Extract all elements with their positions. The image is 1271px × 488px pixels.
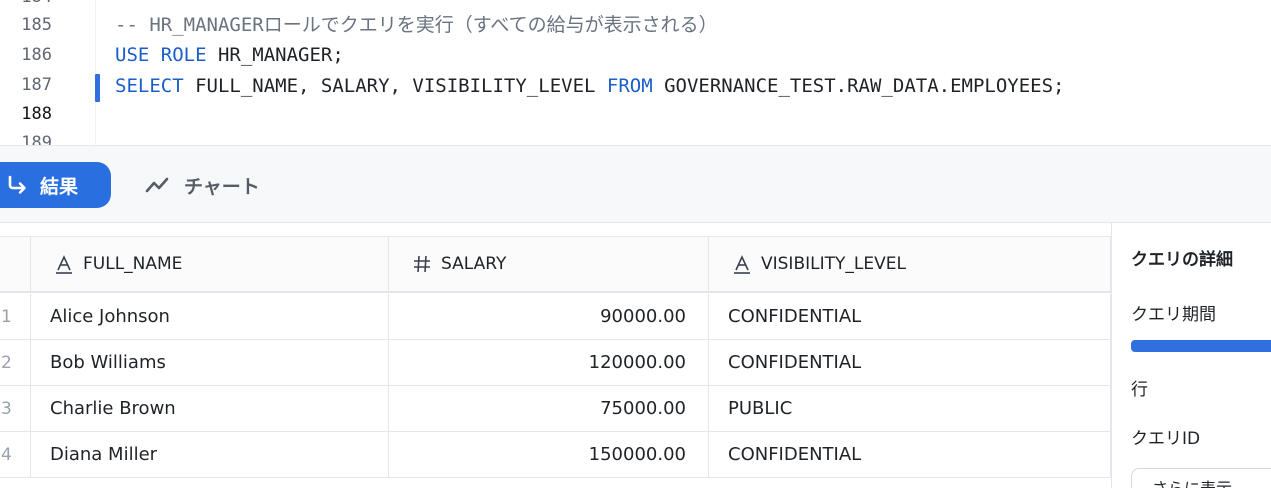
cell-salary[interactable]: 75000.00 <box>389 386 709 432</box>
cell-salary[interactable]: 120000.00 <box>389 340 709 386</box>
result-grid[interactable]: FULL_NAME SALARY VISIBILITY_LEVEL 1 Alic… <box>0 236 1111 488</box>
code-line-use-role[interactable]: USE ROLE HR_MANAGER; <box>115 43 344 67</box>
result-tabs-bar: 結果 チャート <box>0 145 1271 223</box>
cell-visibility-level[interactable]: CONFIDENTIAL <box>709 340 1111 386</box>
sql-keyword: SELECT <box>115 75 184 97</box>
tab-results[interactable]: 結果 <box>0 162 111 208</box>
cell-visibility-level[interactable]: CONFIDENTIAL <box>709 432 1111 478</box>
cell-full-name[interactable]: Alice Johnson <box>31 294 389 340</box>
cell-full-name[interactable]: Charlie Brown <box>31 386 389 432</box>
row-index: 3 <box>0 386 31 432</box>
show-more-button[interactable]: さらに表示 <box>1131 468 1271 488</box>
column-header-salary[interactable]: SALARY <box>389 236 709 293</box>
sql-text: GOVERNANCE_TEST.RAW_DATA.EMPLOYEES; <box>652 75 1065 97</box>
cell-visibility-level[interactable]: PUBLIC <box>709 386 1111 432</box>
line-number-active: 188 <box>21 104 52 124</box>
sql-keyword: USE ROLE <box>115 44 207 66</box>
line-chart-icon <box>144 173 170 197</box>
sql-text: HR_MANAGER; <box>206 44 344 66</box>
text-type-icon <box>53 253 75 275</box>
line-number-gutter: 184 185 186 187 188 189 <box>0 0 96 145</box>
code-line-comment[interactable]: -- HR_MANAGERロールでクエリを実行（すべての給与が表示される） <box>115 13 718 37</box>
return-arrow-icon <box>6 173 30 197</box>
sql-text: FULL_NAME, SALARY, VISIBILITY_LEVEL <box>183 75 607 97</box>
table-row[interactable]: 1 Alice Johnson 90000.00 CONFIDENTIAL <box>0 294 1111 340</box>
column-header-label: FULL_NAME <box>83 254 183 274</box>
column-header-label: SALARY <box>441 254 507 274</box>
row-index: 1 <box>0 294 31 340</box>
cell-full-name[interactable]: Diana Miller <box>31 432 389 478</box>
query-id-label: クエリID <box>1131 429 1201 449</box>
text-type-icon <box>731 253 753 275</box>
table-row[interactable]: 3 Charlie Brown 75000.00 PUBLIC <box>0 386 1111 432</box>
tab-results-label: 結果 <box>40 175 79 198</box>
cell-salary[interactable]: 150000.00 <box>389 432 709 478</box>
line-number: 184 <box>0 0 52 8</box>
cell-salary[interactable]: 90000.00 <box>389 294 709 340</box>
sql-editor[interactable]: 184 185 186 187 188 189 -- HR_MANAGERロール… <box>0 0 1271 145</box>
line-number: 189 <box>21 133 52 145</box>
query-details-title: クエリの詳細 <box>1131 250 1233 270</box>
column-header-full-name[interactable]: FULL_NAME <box>31 236 389 293</box>
row-index: 2 <box>0 340 31 386</box>
row-index: 4 <box>0 432 31 478</box>
column-header-label: VISIBILITY_LEVEL <box>761 254 906 274</box>
query-details-panel: クエリの詳細 クエリ期間 行 クエリID さらに表示 <box>1111 223 1271 488</box>
column-header-visibility-level[interactable]: VISIBILITY_LEVEL <box>709 236 1111 293</box>
code-line-select[interactable]: SELECT FULL_NAME, SALARY, VISIBILITY_LEV… <box>115 74 1064 98</box>
current-line-marker <box>95 74 100 102</box>
query-duration-bar <box>1131 340 1271 352</box>
cell-visibility-level[interactable]: CONFIDENTIAL <box>709 294 1111 340</box>
query-duration-label: クエリ期間 <box>1131 305 1216 325</box>
sql-keyword: FROM <box>606 75 653 97</box>
tab-chart-label: チャート <box>184 175 260 198</box>
number-type-icon <box>411 253 433 275</box>
row-index-header <box>0 236 31 293</box>
rows-label: 行 <box>1131 380 1148 400</box>
table-row[interactable]: 4 Diana Miller 150000.00 CONFIDENTIAL <box>0 432 1111 478</box>
tab-chart[interactable]: チャート <box>144 162 260 208</box>
table-row[interactable]: 2 Bob Williams 120000.00 CONFIDENTIAL <box>0 340 1111 386</box>
line-number: 186 <box>21 45 52 65</box>
line-number: 187 <box>21 75 52 95</box>
cell-full-name[interactable]: Bob Williams <box>31 340 389 386</box>
line-number: 185 <box>21 15 52 35</box>
